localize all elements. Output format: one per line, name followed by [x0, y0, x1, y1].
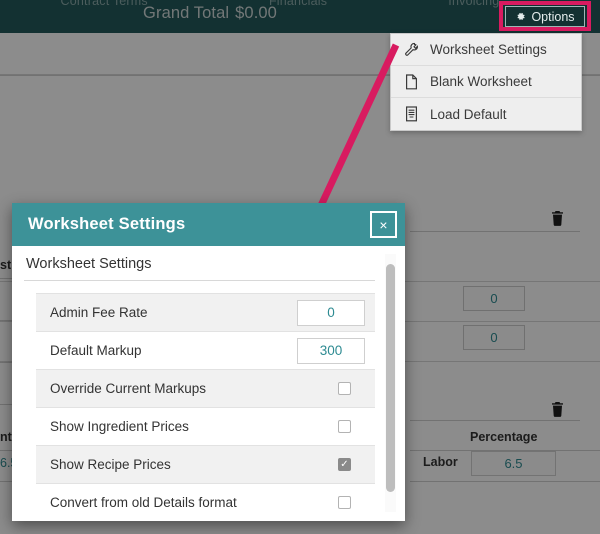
setting-row-convert-old-details-format: Convert from old Details format [36, 484, 375, 521]
setting-row-default-markup: Default Markup 300 [36, 332, 375, 370]
modal-title: Worksheet Settings [28, 215, 186, 233]
gear-icon [515, 11, 526, 22]
options-button-label: Options [531, 9, 575, 24]
grand-total-label: Grand Total [143, 4, 230, 22]
setting-label: Show Recipe Prices [50, 457, 171, 472]
menu-item-label: Worksheet Settings [430, 42, 547, 57]
menu-item-worksheet-settings[interactable]: Worksheet Settings [391, 34, 581, 66]
section-title: Worksheet Settings [24, 246, 375, 281]
list-document-icon [403, 106, 419, 122]
modal-body: Worksheet Settings Admin Fee Rate 0 Defa… [12, 246, 405, 521]
admin-fee-rate-input[interactable]: 0 [297, 299, 365, 326]
menu-item-load-default[interactable]: Load Default [391, 98, 581, 130]
setting-label: Convert from old Details format [50, 495, 237, 510]
modal-scrollbar-thumb[interactable] [386, 264, 395, 492]
document-icon [403, 73, 419, 90]
setting-row-admin-fee-rate: Admin Fee Rate 0 [36, 294, 375, 332]
setting-row-show-ingredient-prices: Show Ingredient Prices [36, 408, 375, 446]
labor-percentage-input[interactable]: 6.5 [471, 451, 556, 476]
setting-label: Override Current Markups [50, 381, 207, 396]
modal-scroll-content: Worksheet Settings Admin Fee Rate 0 Defa… [12, 246, 387, 521]
setting-row-override-current-markups: Override Current Markups [36, 370, 375, 408]
divider [410, 420, 580, 421]
menu-item-label: Load Default [430, 106, 507, 122]
row-label-labor: Labor [423, 455, 458, 469]
worksheet-settings-modal: Worksheet Settings × Worksheet Settings … [12, 203, 405, 521]
setting-label: Default Markup [50, 343, 142, 358]
modal-header: Worksheet Settings × [12, 203, 405, 246]
trash-icon[interactable] [551, 211, 564, 226]
options-dropdown-menu: Worksheet Settings Blank Worksheet Load … [390, 33, 582, 131]
close-icon[interactable]: × [370, 211, 397, 238]
wrench-icon [403, 42, 419, 58]
tab-invoicing[interactable]: Invoicing [448, 0, 499, 8]
override-current-markups-checkbox[interactable] [338, 382, 351, 395]
divider [410, 231, 580, 232]
divider [410, 481, 600, 482]
grand-total: Grand Total $0.00 [0, 4, 420, 23]
setting-row-show-recipe-prices: Show Recipe Prices [36, 446, 375, 484]
show-ingredient-prices-checkbox[interactable] [338, 420, 351, 433]
grand-total-value: $0.00 [235, 4, 277, 22]
convert-old-details-format-checkbox[interactable] [338, 496, 351, 509]
default-markup-input[interactable]: 300 [297, 337, 365, 364]
app-root: Contract Terms Financials Invoicing Gran… [0, 0, 600, 534]
trash-icon[interactable] [551, 402, 564, 417]
column-header-percentage: Percentage [470, 430, 538, 444]
show-recipe-prices-checkbox[interactable] [338, 458, 351, 471]
settings-list: Admin Fee Rate 0 Default Markup 300 Over… [36, 293, 375, 521]
options-button[interactable]: Options [505, 6, 585, 27]
setting-label: Admin Fee Rate [50, 305, 148, 320]
menu-item-blank-worksheet[interactable]: Blank Worksheet [391, 66, 581, 98]
left-fragment: st [0, 258, 12, 272]
left-fragment: nt [0, 430, 12, 444]
menu-item-label: Blank Worksheet [430, 74, 532, 89]
setting-label: Show Ingredient Prices [50, 419, 189, 434]
